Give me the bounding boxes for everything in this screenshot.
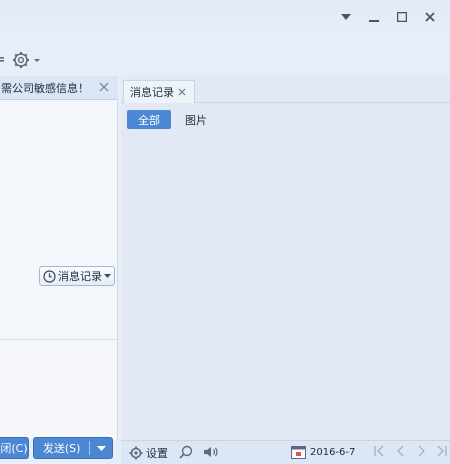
send-label: 发送(S) <box>42 442 81 455</box>
close-icon <box>99 82 109 92</box>
chevron-left-icon <box>397 445 404 457</box>
partial-icon <box>0 57 4 62</box>
next-page-button[interactable] <box>415 444 427 458</box>
triangle-down-icon <box>341 14 351 20</box>
first-page-icon <box>374 445 384 457</box>
notice-close-button[interactable] <box>98 81 110 93</box>
chat-panel: 需公司敏感信息！ <box>0 76 118 440</box>
calendar-icon <box>291 446 306 459</box>
send-options-button[interactable] <box>90 445 112 451</box>
history-list[interactable] <box>121 136 450 440</box>
message-record-label: 消息记录 <box>58 270 102 283</box>
settings-label: 设置 <box>146 447 168 460</box>
speaker-icon <box>204 447 218 457</box>
tab-close-button[interactable] <box>178 86 186 99</box>
history-panel: 消息记录 全部 图片 <box>121 76 450 440</box>
history-status-bar: 设置 2016-6-7 <box>121 440 450 464</box>
chat-message-area[interactable] <box>0 100 117 339</box>
date-picker[interactable]: 2016-6-7 <box>291 445 355 459</box>
close-window-button[interactable] <box>416 6 444 28</box>
maximize-button[interactable] <box>388 6 416 28</box>
date-value: 2016-6-7 <box>310 446 356 458</box>
gear-icon <box>13 52 40 68</box>
title-bar <box>0 0 450 44</box>
close-icon <box>425 12 435 22</box>
last-page-button[interactable] <box>435 444 449 458</box>
search-icon <box>179 445 193 459</box>
triangle-down-icon <box>104 273 111 278</box>
maximize-icon <box>397 12 407 22</box>
menu-dropdown-button[interactable] <box>332 6 360 28</box>
toolbar-partial-icon[interactable] <box>0 52 6 69</box>
chat-toolbar <box>0 48 120 72</box>
triangle-down-icon <box>96 445 106 451</box>
security-notice-text: 需公司敏感信息！ <box>1 81 89 95</box>
message-record-button[interactable]: 消息记录 <box>39 266 115 286</box>
settings-dropdown-button[interactable] <box>12 51 42 72</box>
filter-all-button[interactable]: 全部 <box>127 110 171 129</box>
search-button[interactable] <box>179 445 193 459</box>
first-page-button[interactable] <box>373 444 387 458</box>
tab-message-record[interactable]: 消息记录 <box>123 80 195 103</box>
chevron-right-icon <box>418 445 425 457</box>
send-button[interactable]: 发送(S) <box>33 437 113 459</box>
close-icon <box>178 88 186 95</box>
prev-page-button[interactable] <box>395 444 407 458</box>
close-chat-button[interactable]: 闭(C) <box>0 437 29 459</box>
settings-button[interactable]: 设置 <box>129 445 168 461</box>
message-input[interactable] <box>0 340 117 440</box>
filter-images-button[interactable]: 图片 <box>185 112 207 128</box>
minimize-icon <box>369 20 379 22</box>
clock-icon <box>43 269 56 283</box>
gear-icon <box>129 446 143 460</box>
tab-label: 消息记录 <box>130 86 174 99</box>
volume-button[interactable] <box>203 445 219 459</box>
window-controls <box>332 6 444 28</box>
history-tab-bar: 消息记录 <box>121 76 450 103</box>
last-page-icon <box>437 445 447 457</box>
minimize-button[interactable] <box>360 6 388 28</box>
security-notice-bar: 需公司敏感信息！ <box>0 76 118 100</box>
